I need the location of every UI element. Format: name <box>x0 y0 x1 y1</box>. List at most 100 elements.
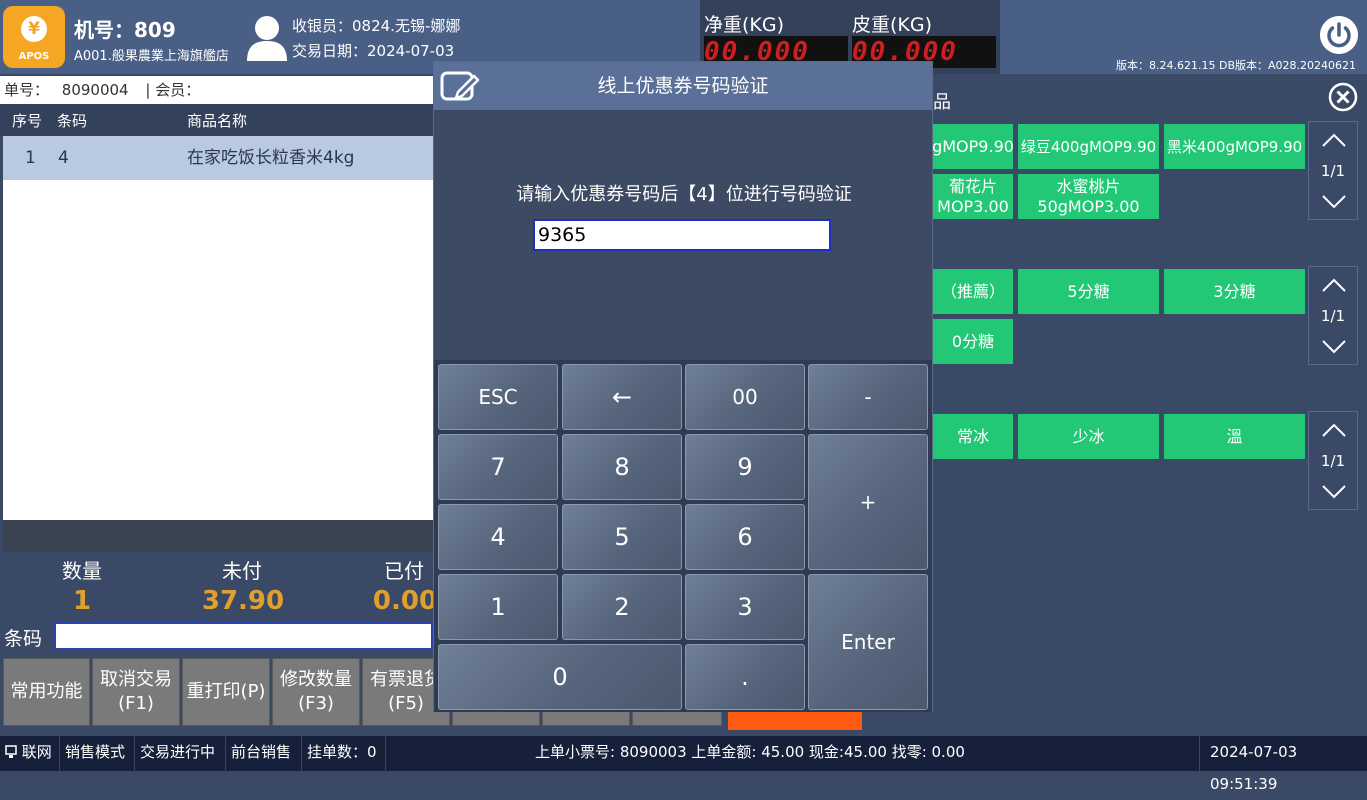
yen-icon: ¥ <box>21 16 47 42</box>
section-title: 品 <box>933 92 951 113</box>
last-ticket-info: 上单小票号: 8090003 上单金额: 45.00 现金:45.00 找零: … <box>535 743 965 761</box>
mode-status: 销售模式 <box>60 736 135 771</box>
key-4[interactable]: 4 <box>438 504 558 570</box>
close-icon[interactable] <box>1328 82 1358 112</box>
key-5[interactable]: 5 <box>562 504 682 570</box>
fkey-label: 修改数量 <box>280 669 352 690</box>
store-name: A001.般果農業上海旗艦店 <box>74 49 229 64</box>
pager-group-3: 1/1 <box>1308 411 1358 510</box>
apos-logo: ¥ APOS <box>3 6 65 68</box>
option-button[interactable]: 5分糖 <box>1018 269 1159 314</box>
user-avatar-icon <box>247 16 287 61</box>
trade-state: 交易进行中 <box>135 736 226 771</box>
pager-group-2: 1/1 <box>1308 266 1358 365</box>
product-button[interactable]: gMOP9.90 <box>932 124 1014 169</box>
dialog-header: 线上优惠券号码验证 <box>434 62 932 110</box>
dialog-prompt: 请输入优惠券号码后【4】位进行号码验证 <box>516 184 852 205</box>
backspace-key[interactable]: ← <box>562 364 682 430</box>
col-code: 条码 <box>57 112 88 130</box>
key-0[interactable]: 0 <box>438 644 682 710</box>
version-info: 版本：8.24.621.15 DB版本：A028.20240621 <box>1116 59 1356 72</box>
coupon-verify-dialog: 线上优惠券号码验证 请输入优惠券号码后【4】位进行号码验证 9365 ESC ←… <box>433 61 933 712</box>
fkey-shortcut: (F5) <box>388 693 424 714</box>
page-indicator: 1/1 <box>1320 452 1346 470</box>
chevron-up-icon[interactable] <box>1321 422 1347 438</box>
chevron-down-icon[interactable] <box>1321 484 1347 500</box>
status-datetime: 2024-07-03 09:51:39 <box>1199 736 1367 793</box>
grid-footer <box>3 520 433 552</box>
col-name: 商品名称 <box>187 112 248 130</box>
grid-body <box>3 136 433 520</box>
hold-count: 挂单数：0 <box>302 736 386 771</box>
chevron-up-icon[interactable] <box>1321 132 1347 148</box>
key-3[interactable]: 3 <box>685 574 805 640</box>
logo-text: APOS <box>18 51 50 62</box>
chevron-down-icon[interactable] <box>1321 339 1347 355</box>
unpaid-label: 未付 <box>222 559 262 583</box>
key-9[interactable]: 9 <box>685 434 805 500</box>
machine-number: 机号：809 <box>74 18 176 42</box>
cashier-name: 收银员：0824.无锡-娜娜 <box>292 17 461 35</box>
cancel-trade-button[interactable]: 取消交易 (F1) <box>92 658 180 726</box>
chevron-down-icon[interactable] <box>1321 194 1347 210</box>
network-icon <box>5 745 17 758</box>
product-button[interactable]: 黑米400gMOP9.90 <box>1164 124 1305 169</box>
enter-key[interactable]: Enter <box>808 574 928 710</box>
fkey-label: 有票退货 <box>370 669 442 690</box>
option-button[interactable]: 溫 <box>1164 414 1305 459</box>
fkey-label: 重打印(P) <box>186 681 266 702</box>
grid-header: 序号 条码 商品名称 <box>0 104 433 136</box>
network-label: 联网 <box>21 743 52 761</box>
product-button[interactable]: 葡花片 MOP3.00 <box>933 174 1013 219</box>
power-icon[interactable] <box>1320 16 1358 54</box>
trade-date: 交易日期：2024-07-03 <box>292 42 455 60</box>
product-button[interactable]: 绿豆400gMOP9.90 <box>1018 124 1159 169</box>
unpaid-value: 37.90 <box>201 586 285 616</box>
page-indicator: 1/1 <box>1320 307 1346 325</box>
row-name: 在家吃饭长粒香米4kg <box>187 148 355 168</box>
option-button[interactable]: 常冰 <box>933 414 1013 459</box>
pager-group-1: 1/1 <box>1308 121 1358 220</box>
page-indicator: 1/1 <box>1320 162 1346 180</box>
fkey-label: 取消交易 <box>100 669 172 690</box>
dialog-title: 线上优惠券号码验证 <box>597 75 769 97</box>
fkey-label: 常用功能 <box>10 681 83 702</box>
ticket-no-label: 单号： <box>4 81 50 99</box>
product-button[interactable]: 水蜜桃片 50gMOP3.00 <box>1018 174 1159 219</box>
fkey-shortcut: (F1) <box>118 693 154 714</box>
qty-label: 数量 <box>62 559 102 583</box>
double-zero-key[interactable]: 00 <box>685 364 805 430</box>
fkey-shortcut: (F3) <box>298 693 334 714</box>
row-seq: 1 <box>25 148 36 168</box>
key-6[interactable]: 6 <box>685 504 805 570</box>
table-row[interactable]: 1 4 在家吃饭长粒香米4kg <box>3 136 433 180</box>
key-8[interactable]: 8 <box>562 434 682 500</box>
esc-key[interactable]: ESC <box>438 364 558 430</box>
row-code: 4 <box>58 148 69 168</box>
reprint-button[interactable]: 重打印(P) <box>182 658 270 726</box>
option-button[interactable]: （推薦） <box>933 269 1013 314</box>
ticket-no: 8090004 <box>61 81 129 99</box>
common-functions-button[interactable]: 常用功能 <box>3 658 90 726</box>
member-label: | 会员： <box>145 81 201 99</box>
plus-key[interactable]: + <box>808 434 928 570</box>
key-2[interactable]: 2 <box>562 574 682 640</box>
option-button[interactable]: 0分糖 <box>933 319 1013 364</box>
key-1[interactable]: 1 <box>438 574 558 640</box>
chevron-up-icon[interactable] <box>1321 277 1347 293</box>
tare-weight-label: 皮重(KG) <box>852 14 933 36</box>
qty-value: 1 <box>72 586 92 616</box>
barcode-label: 条码 <box>4 628 43 650</box>
coupon-code-input[interactable]: 9365 <box>533 219 831 251</box>
barcode-input[interactable] <box>54 622 433 650</box>
option-button[interactable]: 3分糖 <box>1164 269 1305 314</box>
decimal-key[interactable]: . <box>685 644 805 710</box>
option-button[interactable]: 少冰 <box>1018 414 1159 459</box>
ticket-info-bar: 单号： 8090004 | 会员： <box>0 76 433 104</box>
net-weight-label: 净重(KG) <box>704 14 785 36</box>
modify-qty-button[interactable]: 修改数量 (F3) <box>272 658 360 726</box>
status-bar: 联网 销售模式 交易进行中 前台销售 挂单数：0 上单小票号: 8090003 … <box>0 736 1367 793</box>
minus-key[interactable]: - <box>808 364 928 430</box>
key-7[interactable]: 7 <box>438 434 558 500</box>
sale-type: 前台销售 <box>226 736 302 771</box>
